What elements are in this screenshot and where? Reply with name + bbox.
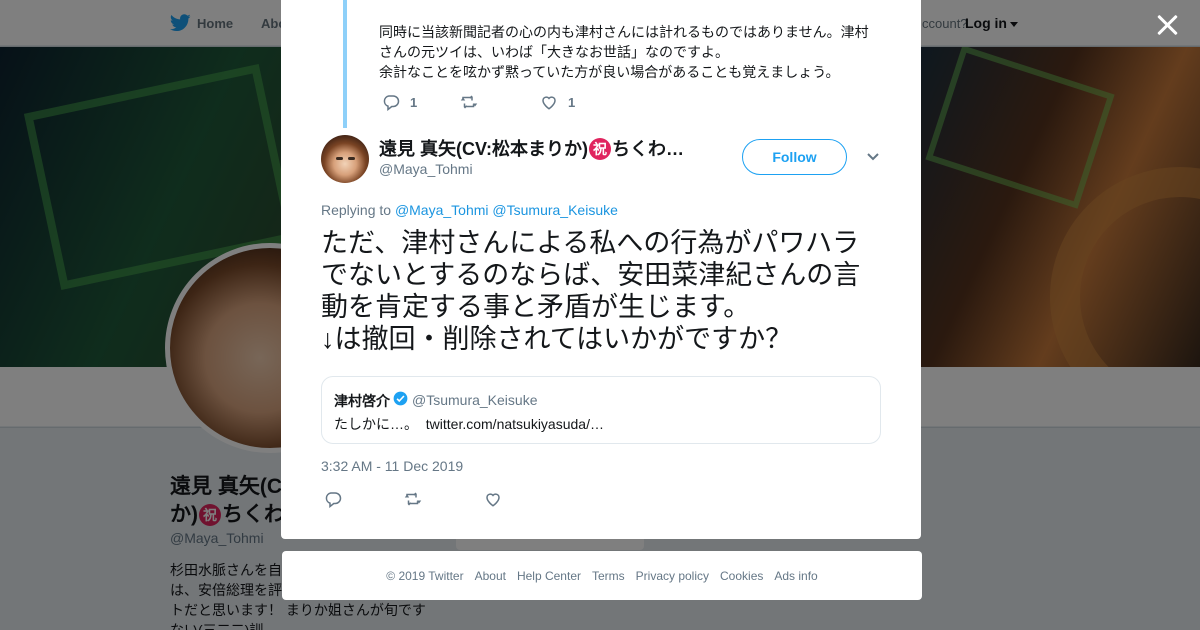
footer-link-ads-info[interactable]: Ads info [774, 569, 817, 583]
tweet-text: ただ、津村さんによる私への行為がパワハラ でないとするのならば、安田菜津紀さんの… [321, 228, 861, 354]
footer-link-help-center[interactable]: Help Center [517, 569, 581, 583]
like-icon [486, 493, 500, 507]
close-icon[interactable] [1154, 12, 1180, 38]
reply-count: 1 [410, 94, 418, 110]
tweet-actions [324, 490, 502, 508]
footer-link-privacy[interactable]: Privacy policy [636, 569, 709, 583]
like-count: 1 [568, 94, 576, 110]
retweet-action[interactable] [460, 93, 540, 111]
author-avatar[interactable] [321, 135, 369, 183]
reply-icon [325, 492, 342, 508]
author-handle[interactable]: @Maya_Tohmi [379, 161, 473, 177]
author-name[interactable]: 遠見 真矢(CV:松本まりか) 祝ちくわ… [379, 135, 684, 161]
footer-link-cookies[interactable]: Cookies [720, 569, 763, 583]
previous-tweet-text: 同時に当該新聞記者の心の内も津村さんには計れるものではありません。津村 さんの元… [379, 24, 869, 80]
quoted-tweet[interactable]: 津村啓介 @Tsumura_Keisuke たしかに…。 twitter.com… [321, 376, 881, 444]
footer-copyright: © 2019 Twitter [386, 568, 464, 583]
retweet-icon [404, 492, 422, 506]
quote-author-name: 津村啓介 [334, 393, 390, 409]
reply-mention-link[interactable]: @Maya_Tohmi [395, 202, 489, 218]
reply-action[interactable] [324, 490, 404, 508]
tweet-modal: 同時に当該新聞記者の心の内も津村さんには計れるものではありません。津村 さんの元… [281, 0, 921, 539]
chevron-down-icon[interactable] [866, 152, 880, 162]
like-action[interactable] [484, 490, 502, 508]
reply-action[interactable]: 1 [382, 93, 460, 111]
footer-link-terms[interactable]: Terms [592, 569, 625, 583]
thread-line [343, 0, 347, 128]
tweet-timestamp[interactable]: 3:32 AM - 11 Dec 2019 [321, 458, 463, 474]
replying-to: Replying to @Maya_Tohmi @Tsumura_Keisuke [321, 202, 618, 218]
footer-link-about[interactable]: About [475, 569, 506, 583]
retweet-icon [460, 95, 478, 109]
quote-link[interactable]: twitter.com/natsukiyasuda/… [426, 416, 604, 432]
like-icon [542, 96, 556, 110]
reply-icon [383, 95, 400, 111]
reply-mention-link[interactable]: @Tsumura_Keisuke [492, 202, 618, 218]
previous-tweet-actions: 1 1 [382, 93, 575, 111]
quote-text: たしかに…。 twitter.com/natsukiyasuda/… [334, 416, 604, 432]
like-action[interactable]: 1 [540, 93, 575, 111]
verified-badge-icon [393, 391, 408, 406]
retweet-action[interactable] [404, 490, 484, 508]
quote-author-handle: @Tsumura_Keisuke [412, 392, 538, 408]
follow-button[interactable]: Follow [742, 139, 847, 175]
iwai-badge-icon: 祝 [589, 138, 611, 160]
modal-footer: © 2019 Twitter About Help Center Terms P… [282, 551, 922, 600]
